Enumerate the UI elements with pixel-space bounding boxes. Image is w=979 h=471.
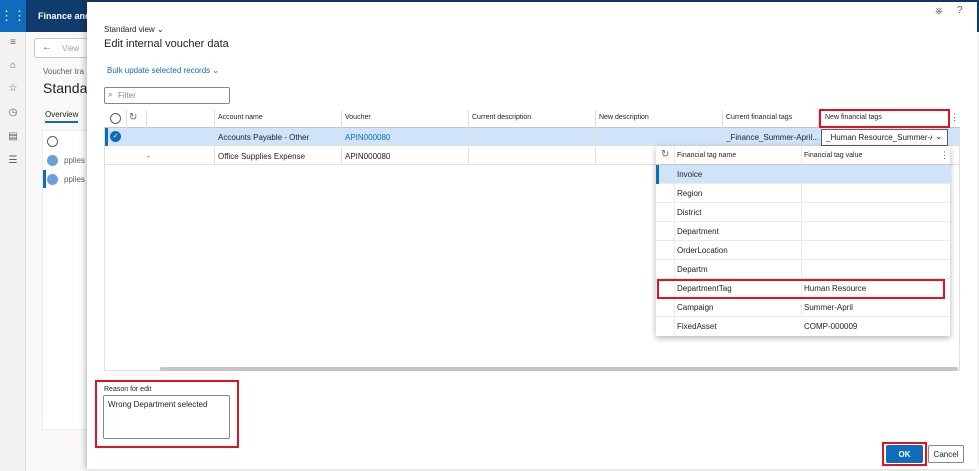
background-view-text: View: [62, 44, 80, 53]
workspace-icon[interactable]: ▤: [7, 131, 19, 143]
annotation-box-reason: [95, 380, 239, 448]
new-financial-tags-value: _Human Resource_Summer-April: [826, 133, 932, 142]
tag-name: OrderLocation: [677, 246, 728, 255]
dialog-title: Edit internal voucher data: [104, 38, 229, 50]
cell-current-financial-tags[interactable]: _Finance_Summer-April...: [726, 133, 818, 142]
back-arrow-icon[interactable]: ←: [42, 42, 52, 53]
bulk-update-label: Bulk update selected records: [107, 66, 211, 75]
row-selected-indicator: [105, 128, 108, 146]
background-row-check[interactable]: [47, 174, 58, 185]
filter-input[interactable]: [118, 88, 226, 103]
horizontal-scrollbar[interactable]: [160, 367, 958, 371]
column-header-voucher[interactable]: Voucher: [345, 114, 371, 121]
column-header-current-financial-tags[interactable]: Current financial tags: [726, 114, 792, 121]
cell-divider: [341, 128, 342, 146]
home-icon[interactable]: ⌂: [7, 60, 19, 72]
background-tab-overview[interactable]: Overview: [45, 110, 79, 123]
cell-divider: [468, 147, 469, 165]
tag-name: Invoice: [677, 170, 703, 179]
tag-name: FixedAsset: [677, 322, 717, 331]
background-row-text: pplies: [64, 156, 85, 165]
column-header-current-description[interactable]: Current description: [472, 114, 531, 121]
cell-divider: [214, 147, 215, 165]
tag-name: Campaign: [677, 303, 714, 312]
tag-value[interactable]: COMP-000009: [804, 322, 857, 331]
view-selector-label: Standard view: [104, 25, 155, 34]
column-divider: [595, 110, 596, 128]
cell-divider: [595, 128, 596, 146]
menu-icon[interactable]: ≡: [7, 37, 19, 49]
chevron-down-icon[interactable]: ⌄: [935, 131, 943, 142]
cell-divider: [341, 147, 342, 165]
cell-divider: [595, 147, 596, 165]
column-divider: [468, 110, 469, 128]
row-marker: -: [147, 152, 150, 161]
tag-name: Department: [677, 227, 719, 236]
tag-name: District: [677, 208, 702, 217]
tag-name: Region: [677, 189, 703, 198]
search-icon: ⌕: [108, 90, 113, 99]
clock-icon[interactable]: ◷: [7, 107, 19, 119]
app-launcher-icon[interactable]: ⋮⋮: [0, 0, 26, 32]
annotation-box-ok: [882, 442, 927, 466]
feedback-icon[interactable]: ⎈: [935, 6, 943, 17]
background-row-text: pplies: [64, 175, 85, 184]
column-header-account-name[interactable]: Account name: [218, 114, 263, 121]
annotation-box-department-tag: [657, 279, 945, 299]
background-breadcrumb: Voucher tra: [43, 67, 84, 76]
chevron-down-icon: ⌄: [212, 66, 220, 75]
tag-name: Departm: [677, 265, 708, 274]
background-row-check[interactable]: [47, 155, 58, 166]
background-selected-bar: [43, 170, 46, 188]
cell-divider: [722, 128, 723, 146]
cell-divider: [468, 128, 469, 146]
column-divider: [722, 110, 723, 128]
annotation-box-new-tags: [819, 109, 950, 128]
more-options-icon[interactable]: ⋮: [950, 112, 959, 123]
select-all-checkbox[interactable]: [110, 113, 121, 124]
cell-voucher-link[interactable]: APIN000080: [345, 133, 390, 142]
cell-voucher[interactable]: APIN000080: [345, 152, 390, 161]
row-checkbox-checked[interactable]: ✓: [110, 131, 121, 142]
list-icon[interactable]: ☰: [7, 155, 19, 167]
star-icon[interactable]: ☆: [7, 83, 19, 95]
tag-value[interactable]: Summer-April: [804, 303, 853, 312]
dropdown-header-tag-value[interactable]: Financial tag value: [804, 152, 862, 159]
column-divider: [126, 110, 127, 128]
background-header-check[interactable]: [47, 136, 58, 147]
cell-account-name[interactable]: Office Supplies Expense: [218, 152, 305, 161]
background-page-title: Standa: [43, 80, 88, 96]
view-selector[interactable]: Standard view ⌄: [104, 25, 164, 34]
left-nav-rail: [0, 32, 26, 471]
dropdown-selected-indicator: [656, 165, 659, 184]
more-options-icon[interactable]: ⋮: [940, 150, 949, 161]
column-divider: [214, 110, 215, 128]
dropdown-header-tag-name[interactable]: Financial tag name: [677, 152, 736, 159]
cell-divider: [214, 128, 215, 146]
column-divider: [341, 110, 342, 128]
cell-account-name[interactable]: Accounts Payable - Other: [218, 133, 309, 142]
app-title: Finance and: [38, 11, 91, 21]
cancel-button[interactable]: Cancel: [928, 445, 964, 463]
bulk-update-menu[interactable]: Bulk update selected records ⌄: [107, 66, 219, 75]
refresh-icon[interactable]: ↻: [129, 112, 137, 123]
column-header-new-description[interactable]: New description: [599, 114, 649, 121]
chevron-down-icon: ⌄: [156, 25, 164, 34]
column-divider: [146, 110, 147, 128]
help-icon[interactable]: ?: [957, 5, 963, 16]
refresh-icon[interactable]: ↻: [661, 149, 669, 160]
